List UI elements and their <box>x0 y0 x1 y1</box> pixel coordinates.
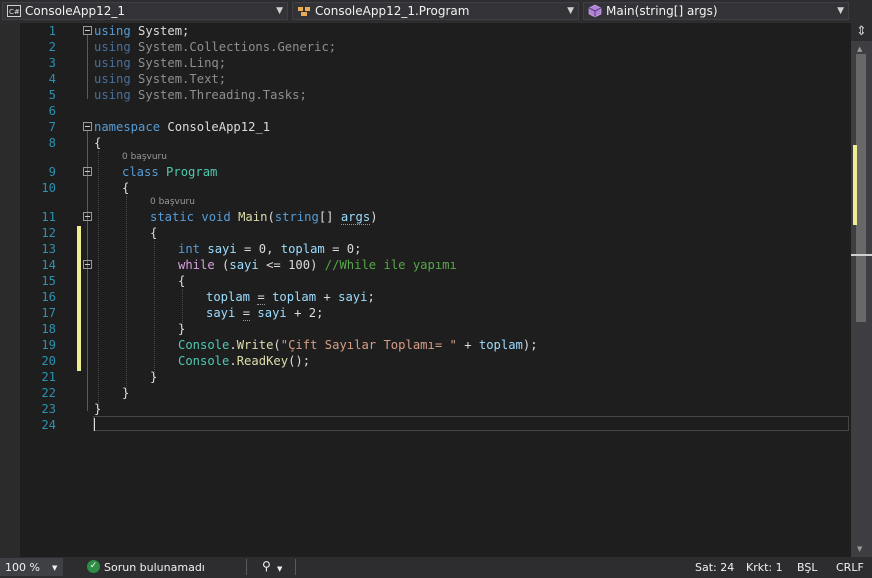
member-name: Main(string[] args) <box>606 4 718 18</box>
whitespace-mode[interactable]: BŞL <box>797 560 817 575</box>
code-cleanup-brush-icon[interactable]: ⚲ <box>262 559 271 574</box>
line-number: 18 <box>41 322 56 336</box>
code-line: { <box>122 181 130 195</box>
code-line: class Program <box>122 165 218 179</box>
collapse-icon[interactable] <box>83 260 92 269</box>
code-line: { <box>178 274 186 288</box>
chevron-down-icon: ▼ <box>837 6 844 16</box>
code-line: } <box>122 386 130 400</box>
codelens-references[interactable]: 0 başvuru <box>150 197 195 208</box>
indent-guide <box>126 196 127 394</box>
line-number: 1 <box>48 24 56 38</box>
chevron-down-icon: ▼ <box>276 6 283 16</box>
line-number: 12 <box>41 226 56 240</box>
line-number: 23 <box>41 402 56 416</box>
line-number: 6 <box>48 104 56 118</box>
collapse-icon[interactable] <box>83 26 92 35</box>
chevron-down-icon: ▼ <box>567 6 574 16</box>
code-line: { <box>150 226 158 240</box>
zoom-level: 100 % <box>5 561 40 574</box>
line-number: 7 <box>48 120 56 134</box>
check-circle-icon: ✓ <box>87 560 100 573</box>
caret-position-marker <box>851 254 872 256</box>
scrollbar-thumb[interactable] <box>856 54 866 322</box>
line-number: 4 <box>48 72 56 86</box>
line-number: 3 <box>48 56 56 70</box>
line-number: 8 <box>48 136 56 150</box>
code-line: int sayi = 0, toplam = 0; <box>178 242 362 256</box>
code-surface[interactable]: 1 2 3 4 5 6 7 8 9 10 11 12 13 14 15 16 1… <box>0 23 851 557</box>
line-number: 13 <box>41 242 56 256</box>
line-number: 10 <box>41 181 56 195</box>
split-window-button[interactable]: ⇕ <box>851 23 872 41</box>
line-number: 11 <box>41 210 56 224</box>
code-line: using System; <box>94 24 190 38</box>
code-line: { <box>94 136 102 150</box>
code-line: Console.Write("Çift Sayılar Toplamı= " +… <box>178 338 538 352</box>
scroll-up-icon[interactable]: ▲ <box>857 45 862 53</box>
line-number: 14 <box>41 258 56 272</box>
indent-guide <box>98 151 99 409</box>
collapse-icon[interactable] <box>83 167 92 176</box>
member-dropdown[interactable]: Main(string[] args) ▼ <box>583 2 849 20</box>
change-indicator <box>77 226 81 371</box>
current-line-highlight <box>93 416 849 431</box>
svg-text:C#: C# <box>9 8 20 16</box>
zoom-dropdown[interactable]: 100 % ▼ <box>0 558 63 576</box>
line-indicator[interactable]: Sat: 24 <box>695 560 734 575</box>
line-number: 9 <box>48 165 56 179</box>
column-indicator[interactable]: Krkt: 1 <box>746 560 783 575</box>
type-name: ConsoleApp12_1.Program <box>315 4 470 18</box>
code-line: while (sayi <= 100) //While ile yapımı <box>178 258 457 272</box>
line-number: 20 <box>41 354 56 368</box>
line-number: 15 <box>41 274 56 288</box>
scroll-down-icon[interactable]: ▼ <box>857 545 862 553</box>
code-line: sayi = sayi + 2; <box>206 306 324 321</box>
code-line: static void Main(string[] args) <box>150 210 378 225</box>
method-cube-icon <box>588 4 602 18</box>
code-line: using System.Collections.Generic; <box>94 40 337 54</box>
line-number: 19 <box>41 338 56 352</box>
codelens-references[interactable]: 0 başvuru <box>122 152 167 163</box>
project-name: ConsoleApp12_1 <box>25 4 125 18</box>
code-line: } <box>150 370 158 384</box>
code-line: Console.ReadKey(); <box>178 354 311 368</box>
chevron-down-icon: ▼ <box>52 564 58 572</box>
line-number: 2 <box>48 40 56 54</box>
collapse-icon[interactable] <box>83 212 92 221</box>
line-number: 22 <box>41 386 56 400</box>
line-number: 5 <box>48 88 56 102</box>
type-dropdown[interactable]: ConsoleApp12_1.Program ▼ <box>292 2 579 20</box>
text-caret <box>94 418 95 431</box>
class-icon <box>298 7 310 16</box>
code-editor[interactable]: 1 2 3 4 5 6 7 8 9 10 11 12 13 14 15 16 1… <box>0 23 851 557</box>
divider <box>246 559 247 575</box>
chevron-down-icon[interactable]: ▼ <box>277 562 282 577</box>
divider <box>295 559 296 575</box>
fold-line <box>87 35 88 99</box>
csharp-project-icon: C# <box>7 5 21 17</box>
project-dropdown[interactable]: C# ConsoleApp12_1 ▼ <box>2 2 288 20</box>
code-line: using System.Threading.Tasks; <box>94 88 307 102</box>
code-line: } <box>94 402 102 416</box>
code-line: using System.Text; <box>94 72 227 86</box>
indent-guide <box>154 241 155 378</box>
line-ending[interactable]: CRLF <box>836 560 864 575</box>
vertical-scrollbar[interactable]: ⇕ ▲ ▼ <box>851 23 872 557</box>
code-line: toplam = toplam + sayi; <box>206 290 375 305</box>
line-number: 21 <box>41 370 56 384</box>
code-line: using System.Linq; <box>94 56 227 70</box>
collapse-icon[interactable] <box>83 122 92 131</box>
code-line: namespace ConsoleApp12_1 <box>94 120 271 134</box>
status-bar: 100 % ▼ ✓ Sorun bulunamadı ⚲ ▼ Sat: 24 K… <box>0 557 872 578</box>
code-line: } <box>178 322 186 336</box>
change-marker <box>853 145 857 225</box>
line-number: 24 <box>41 418 56 432</box>
navigation-bar: C# ConsoleApp12_1 ▼ ConsoleApp12_1.Progr… <box>0 0 872 23</box>
line-number: 17 <box>41 306 56 320</box>
issues-status[interactable]: Sorun bulunamadı <box>104 560 205 575</box>
line-number: 16 <box>41 290 56 304</box>
